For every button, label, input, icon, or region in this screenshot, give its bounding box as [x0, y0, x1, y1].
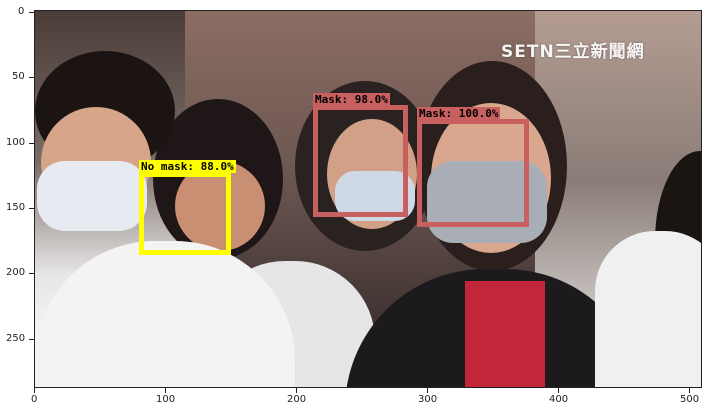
y-tick-mark	[29, 273, 34, 274]
x-tick-mark	[689, 388, 690, 393]
y-tick-mark	[29, 77, 34, 78]
y-tick-mark	[29, 143, 34, 144]
x-tick-mark	[34, 388, 35, 393]
image-plot-area: SETN三立新聞網 No mask: 88.0% Mask: 98.0% Mas…	[34, 10, 702, 388]
x-tick-mark	[165, 388, 166, 393]
y-tick-mark	[29, 12, 34, 13]
detection-box-mask-98	[313, 105, 408, 217]
x-tick-label: 200	[287, 394, 307, 405]
x-tick-label: 100	[156, 394, 176, 405]
person-right-coat	[595, 231, 701, 387]
y-tick-label: 150	[6, 202, 26, 213]
detection-label-no-mask: No mask: 88.0%	[139, 160, 236, 173]
x-tick-label: 400	[549, 394, 569, 405]
detection-box-no-mask	[139, 172, 231, 255]
person-mask100-shirt	[465, 281, 545, 387]
y-tick-label: 100	[6, 137, 26, 148]
x-tick-label: 500	[680, 394, 700, 405]
y-tick-label: 0	[18, 6, 25, 17]
detection-label-mask-100: Mask: 100.0%	[417, 107, 501, 120]
detection-box-mask-100	[417, 119, 529, 227]
x-tick-mark	[558, 388, 559, 393]
detection-label-mask-98: Mask: 98.0%	[313, 93, 390, 106]
x-tick-label: 300	[418, 394, 438, 405]
x-tick-mark	[296, 388, 297, 393]
y-tick-label: 50	[12, 71, 25, 82]
x-tick-mark	[427, 388, 428, 393]
y-tick-label: 250	[6, 333, 26, 344]
watermark-logo: SETN三立新聞網	[501, 42, 645, 62]
y-tick-label: 200	[6, 267, 26, 278]
x-tick-label: 0	[31, 394, 38, 405]
y-tick-mark	[29, 208, 34, 209]
y-tick-mark	[29, 339, 34, 340]
person-left-mask	[37, 161, 147, 231]
